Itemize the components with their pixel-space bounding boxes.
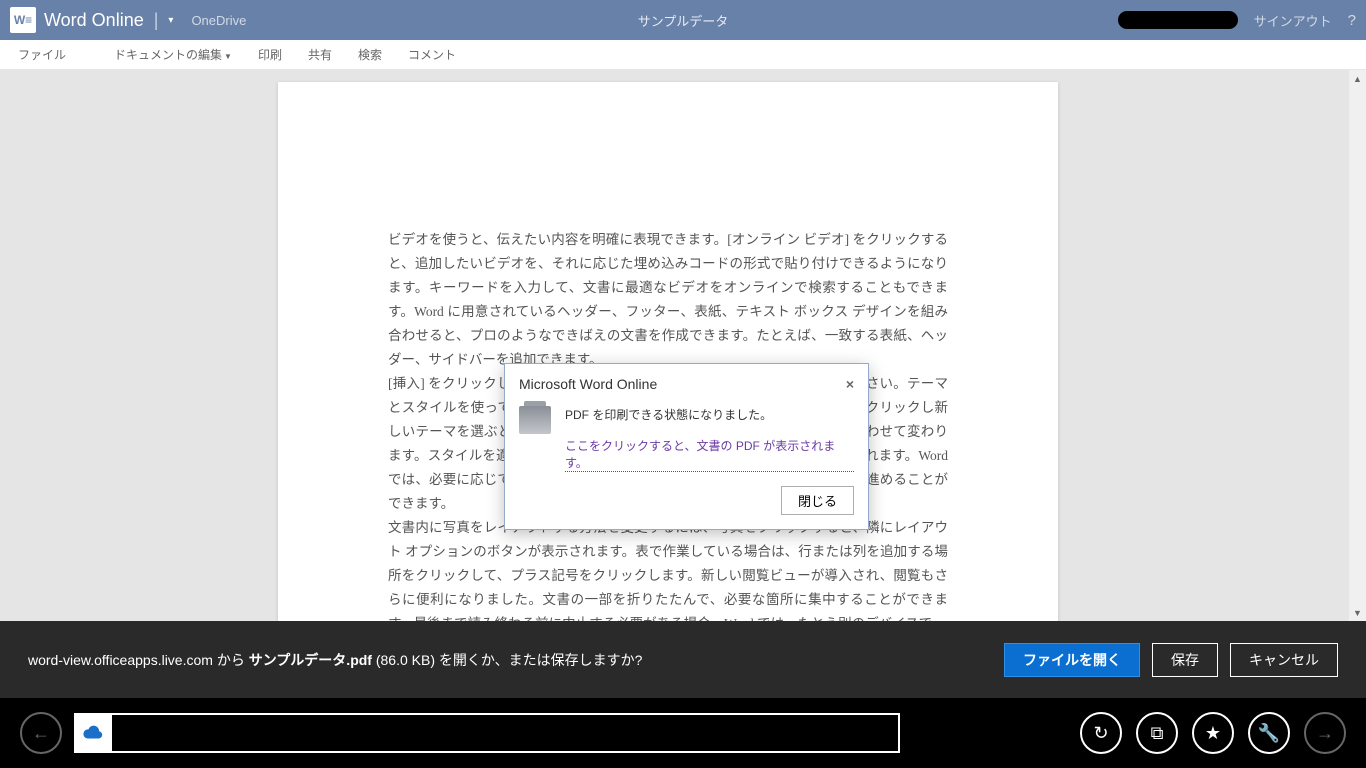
tools-button[interactable]: 🔧 xyxy=(1248,712,1290,754)
dialog-message: PDF を印刷できる状態になりました。 xyxy=(565,406,854,423)
doc-paragraph: 文書内に写真をレイアウトする方法を変更するには、写真をクリックすると、隣にレイア… xyxy=(388,516,948,621)
onedrive-link[interactable]: OneDrive xyxy=(191,13,246,28)
title-bar: W≡ Word Online | ▾ OneDrive サンプルデータ サインア… xyxy=(0,0,1366,40)
pdf-ready-dialog: Microsoft Word Online × PDF を印刷できる状態になりま… xyxy=(504,363,869,530)
open-file-button[interactable]: ファイルを開く xyxy=(1004,643,1140,677)
browser-chrome-bar: ← ↻ ⧉ ★ 🔧 → xyxy=(0,698,1366,768)
dialog-pdf-link[interactable]: ここをクリックすると、文書の PDF が表示されます。 xyxy=(565,437,854,472)
printer-icon xyxy=(519,406,551,434)
back-button[interactable]: ← xyxy=(20,712,62,754)
doc-paragraph: ビデオを使うと、伝えたい内容を明確に表現できます。[オンライン ビデオ] をクリ… xyxy=(388,228,948,372)
file-menu[interactable]: ファイル xyxy=(18,46,66,63)
edit-document-menu[interactable]: ドキュメントの編集▼ xyxy=(114,46,232,63)
comment-cmd[interactable]: コメント xyxy=(408,46,456,63)
save-file-button[interactable]: 保存 xyxy=(1152,643,1218,677)
sign-out-link[interactable]: サインアウト xyxy=(1254,11,1332,30)
favorites-button[interactable]: ★ xyxy=(1192,712,1234,754)
document-page: ビデオを使うと、伝えたい内容を明確に表現できます。[オンライン ビデオ] をクリ… xyxy=(278,82,1058,621)
share-cmd[interactable]: 共有 xyxy=(308,46,332,63)
search-cmd[interactable]: 検索 xyxy=(358,46,382,63)
app-name: Word Online xyxy=(44,10,144,31)
forward-button[interactable]: → xyxy=(1304,712,1346,754)
divider: | xyxy=(154,10,159,31)
cancel-download-button[interactable]: キャンセル xyxy=(1230,643,1338,677)
cloud-icon xyxy=(82,722,104,744)
scroll-down-icon[interactable]: ▼ xyxy=(1349,604,1366,621)
arrow-right-icon: → xyxy=(1316,723,1334,744)
print-cmd[interactable]: 印刷 xyxy=(258,46,282,63)
refresh-icon: ↻ xyxy=(1093,723,1108,744)
document-title[interactable]: サンプルデータ xyxy=(638,11,729,30)
help-button[interactable]: ? xyxy=(1348,12,1356,29)
document-workspace: ビデオを使うと、伝えたい内容を明確に表現できます。[オンライン ビデオ] をクリ… xyxy=(0,70,1366,621)
dialog-close-button[interactable]: × xyxy=(846,376,854,392)
app-dropdown-icon[interactable]: ▾ xyxy=(168,15,173,26)
onedrive-favicon[interactable] xyxy=(74,713,112,753)
dialog-title: Microsoft Word Online xyxy=(519,376,657,392)
caret-down-icon: ▼ xyxy=(224,52,232,61)
download-message: word-view.officeapps.live.com から サンプルデータ… xyxy=(28,650,642,670)
scroll-up-icon[interactable]: ▲ xyxy=(1349,70,1366,87)
wrench-icon: 🔧 xyxy=(1258,723,1280,744)
word-logo-icon: W≡ xyxy=(10,7,36,33)
vertical-scrollbar[interactable]: ▲ ▼ xyxy=(1349,70,1366,621)
address-bar[interactable] xyxy=(112,713,900,753)
star-icon: ★ xyxy=(1205,723,1221,744)
user-name-redacted xyxy=(1118,11,1238,29)
refresh-button[interactable]: ↻ xyxy=(1080,712,1122,754)
tabs-button[interactable]: ⧉ xyxy=(1136,712,1178,754)
dialog-close-btn[interactable]: 閉じる xyxy=(781,486,854,515)
tabs-icon: ⧉ xyxy=(1151,723,1164,744)
download-notification-bar: word-view.officeapps.live.com から サンプルデータ… xyxy=(0,621,1366,698)
arrow-left-icon: ← xyxy=(32,723,50,744)
command-toolbar: ファイル ドキュメントの編集▼ 印刷 共有 検索 コメント xyxy=(0,40,1366,70)
